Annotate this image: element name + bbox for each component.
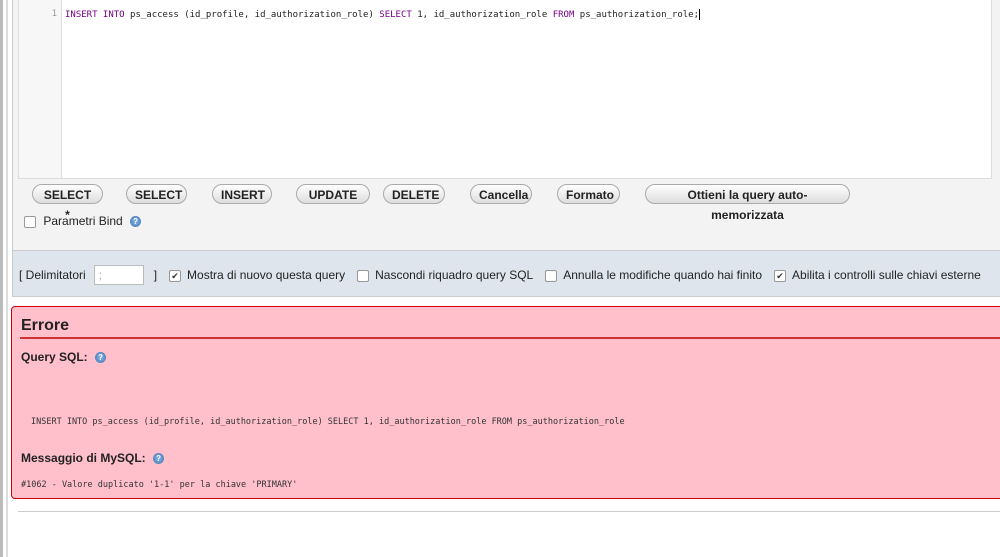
button-cancella[interactable]: Cancella xyxy=(470,184,532,204)
sql-editor[interactable]: 1 INSERT INTO ps_access (id_profile, id_… xyxy=(18,0,992,179)
sql-text: ps_authorization_role; xyxy=(574,10,699,20)
help-icon[interactable]: ? xyxy=(153,453,165,465)
bind-params-checkbox[interactable] xyxy=(24,215,36,228)
button-delete[interactable]: DELETE xyxy=(383,184,445,204)
bind-params-label: Parametri Bind xyxy=(43,214,123,228)
bind-params[interactable]: Parametri Bind ? xyxy=(24,214,142,228)
error-query: INSERT INTO ps_access (id_profile, id_au… xyxy=(31,417,625,427)
help-icon[interactable]: ? xyxy=(130,216,142,228)
mysql-message-heading: Messaggio di MySQL: ? xyxy=(21,451,165,465)
option-3[interactable]: ✔ Abilita i controlli sulle chiavi estern… xyxy=(774,268,981,282)
button-select[interactable]: SELECT xyxy=(126,184,187,204)
button-select[interactable]: SELECT * xyxy=(32,184,103,222)
sql-code[interactable]: INSERT INTO ps_access (id_profile, id_au… xyxy=(65,9,700,20)
line-number: 1 xyxy=(51,9,57,19)
error-box: Errore Query SQL: ? INSERT INTO ps_acces… xyxy=(11,306,1000,499)
button-formato[interactable]: Formato xyxy=(557,184,620,204)
left-border-inner xyxy=(6,0,8,557)
option-checkbox[interactable]: ✔ xyxy=(169,269,182,282)
options-bar: [ Delimitatori ; ] ✔ Mostra di nuovo ques… xyxy=(12,250,1000,297)
button-insert[interactable]: INSERT xyxy=(212,184,272,204)
option-label: Annulla le modifiche quando hai finito xyxy=(563,268,763,282)
query-sql-heading: Query SQL: ? xyxy=(21,350,107,364)
sql-keyword: SELECT xyxy=(379,10,412,20)
option-label: Mostra di nuovo questa query xyxy=(187,268,346,282)
option-label: Abilita i controlli sulle chiavi esterne xyxy=(792,268,981,282)
error-divider xyxy=(20,337,1000,339)
error-title: Errore xyxy=(21,317,70,334)
sql-keyword: INSERT INTO xyxy=(65,10,125,20)
left-border xyxy=(0,0,3,557)
option-2[interactable]: Annulla le modifiche quando hai finito xyxy=(545,268,762,282)
help-icon[interactable]: ? xyxy=(95,352,107,364)
sql-text: 1, id_authorization_role xyxy=(411,10,553,20)
delimiter-label: [ Delimitatori xyxy=(19,268,86,282)
option-1[interactable]: Nascondi riquadro query SQL xyxy=(357,268,533,282)
option-checkbox[interactable]: ✔ xyxy=(774,269,787,282)
query-sql-label: Query SQL: xyxy=(21,350,88,364)
button-ottieni-la-query-auto-memorizzata[interactable]: Ottieni la query auto-memorizzata xyxy=(645,184,850,222)
error-message: #1062 - Valore duplicato '1-1' per la ch… xyxy=(21,480,298,490)
sql-keyword: FROM xyxy=(552,10,575,20)
divider xyxy=(18,511,1000,512)
line-gutter: 1 xyxy=(19,0,62,178)
delimiter-close: ] xyxy=(153,268,158,282)
delimiter-input[interactable]: ; xyxy=(93,265,144,285)
mysql-message-label: Messaggio di MySQL: xyxy=(21,451,146,465)
button-update[interactable]: UPDATE xyxy=(296,184,370,204)
option-0[interactable]: ✔ Mostra di nuovo questa query xyxy=(169,268,345,282)
option-checkbox[interactable] xyxy=(545,269,558,282)
text-cursor xyxy=(699,9,700,20)
option-checkbox[interactable] xyxy=(357,269,370,282)
option-label: Nascondi riquadro query SQL xyxy=(375,268,534,282)
sql-text: ps_access (id_profile, id_authorization_… xyxy=(124,10,380,20)
